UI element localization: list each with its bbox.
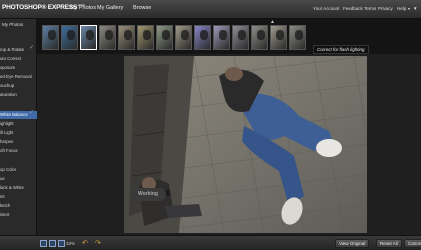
thumbnail-figure <box>295 30 303 40</box>
thumbnail-figure <box>200 30 208 40</box>
nav-my-gallery[interactable]: My Gallery <box>97 5 123 11</box>
cancel-button[interactable]: Cancel <box>404 239 421 248</box>
sidebar-tool-item[interactable]: ouchup <box>0 82 37 90</box>
filter-thumbnail[interactable] <box>213 25 230 50</box>
thumbnail-figure <box>181 30 189 40</box>
help-label: Help <box>397 6 407 11</box>
thumbnail-figure <box>238 30 246 40</box>
zoom-level: 33% <box>66 241 76 246</box>
working-indicator: Working <box>130 188 166 201</box>
sidebar-tool-label: ketch <box>0 203 11 208</box>
sidebar-tool-item[interactable]: ighlight <box>0 120 37 128</box>
nav-browse[interactable]: Browse <box>133 5 151 11</box>
sidebar-tool-item[interactable]: ed-Eye Removal <box>0 73 37 81</box>
reset-all-button[interactable]: Reset All <box>376 239 402 248</box>
sidebar-tool-item[interactable]: uto Correct <box>0 55 37 63</box>
tools-sidebar: My Photos rop & Rotate ✓ uto Correct xposur… <box>0 19 37 235</box>
checkmark-icon: ✓ <box>28 110 34 116</box>
thumbnail-figure <box>86 30 94 40</box>
thumbnail-figure <box>276 30 284 40</box>
sidebar-tool-label: ouchup <box>0 83 15 88</box>
thumbnail-figure <box>143 30 151 40</box>
photo-image <box>124 56 367 233</box>
sidebar-tool-label: op Color <box>0 167 17 172</box>
filter-thumbnail[interactable] <box>61 25 78 50</box>
editing-canvas: Working <box>37 54 421 235</box>
logo-text: PHOTOSHOP® EXPRESS <box>2 4 78 11</box>
terms-link[interactable]: Terms <box>364 6 376 11</box>
filter-thumbnail[interactable] <box>270 25 287 50</box>
filter-thumbnail[interactable] <box>99 25 116 50</box>
view-original-button[interactable]: View Original <box>335 239 370 248</box>
undo-icon[interactable]: ↶ <box>82 239 88 247</box>
bottom-toolbar: 33% ↶ ↷ View Original Reset All Cancel <box>0 235 421 250</box>
sidebar-tool-item[interactable]: oft Focus <box>0 147 37 155</box>
help-menu[interactable]: Help▼ <box>397 6 411 11</box>
sidebar-tool-label: ighlight <box>0 121 14 126</box>
sidebar-tool-item[interactable]: lack & White <box>0 184 37 192</box>
filter-thumbnail[interactable] <box>251 25 268 50</box>
checkmark-icon: ✓ <box>28 45 34 51</box>
thumbnail-figure <box>67 30 75 40</box>
sidebar-tool-label: White Balance <box>0 112 28 117</box>
edited-photo[interactable] <box>124 56 367 233</box>
sidebar-tool-label: istort <box>0 212 10 217</box>
sidebar-tool-item[interactable]: ill Light <box>0 129 37 137</box>
thumbnail-figure <box>124 30 132 40</box>
thumbnail-figure <box>219 30 227 40</box>
sidebar-tool-label: oft Focus <box>0 148 18 153</box>
thumbnail-tooltip: Correct for flash lighting <box>313 45 369 54</box>
sidebar-tool-item[interactable]: aturation <box>0 91 37 99</box>
filter-thumbnail[interactable] <box>42 25 59 50</box>
actual-size-icon[interactable] <box>49 240 56 247</box>
filter-thumbnail[interactable] <box>118 25 135 50</box>
sidebar-tool-label: uto Correct <box>0 56 22 61</box>
sidebar-tool-label: aturation <box>0 92 17 97</box>
sidebar-tool-label: lack & White <box>0 185 24 190</box>
sidebar-tool-item[interactable]: ketch <box>0 202 37 210</box>
top-bar: PHOTOSHOP® EXPRESSBETA My Photos My Gall… <box>0 0 421 19</box>
privacy-link[interactable]: Privacy <box>378 6 393 11</box>
sidebar-tool-item[interactable]: int <box>0 193 37 201</box>
feedback-link[interactable]: Feedback <box>343 6 363 11</box>
filter-thumbnail[interactable] <box>156 25 173 50</box>
redo-icon[interactable]: ↷ <box>95 239 101 247</box>
sidebar-tool-item[interactable]: ue <box>0 175 37 183</box>
sidebar-my-photos-link[interactable]: My Photos <box>2 22 23 27</box>
thumbnail-figure <box>105 30 113 40</box>
thumbnail-figure <box>257 30 265 40</box>
filter-thumbnail[interactable] <box>80 25 97 50</box>
sidebar-tool-item[interactable]: xposure <box>0 64 37 72</box>
sidebar-tool-label: harpen <box>0 139 14 144</box>
sidebar-tool-label: rop & Rotate <box>0 47 25 52</box>
thumbnail-figure <box>48 30 56 40</box>
thumbnail-figure <box>162 30 170 40</box>
sidebar-tool-label: ill Light <box>0 130 14 135</box>
filter-thumbnail[interactable] <box>175 25 192 50</box>
sidebar-tool-label: ue <box>0 176 5 181</box>
filter-thumbnail[interactable] <box>137 25 154 50</box>
sidebar-tool-label: int <box>0 194 5 199</box>
sidebar-tool-label: xposure <box>0 65 16 70</box>
fit-view-icon[interactable] <box>40 240 47 247</box>
zoom-icon[interactable] <box>58 240 65 247</box>
chevron-down-icon: ▼ <box>407 7 411 11</box>
sidebar-tool-item[interactable]: harpen <box>0 138 37 146</box>
filter-thumbnail[interactable] <box>232 25 249 50</box>
filter-thumbnail[interactable] <box>289 25 306 50</box>
sidebar-tool-label: ed-Eye Removal <box>0 74 32 79</box>
sidebar-tool-item[interactable]: istort <box>0 211 37 219</box>
nav-my-photos[interactable]: My Photos <box>70 5 96 11</box>
sidebar-tool-item[interactable]: op Color <box>0 166 37 174</box>
filter-thumbnail[interactable] <box>194 25 211 50</box>
your-account-link[interactable]: Your Account <box>313 6 339 11</box>
chevron-down-icon[interactable]: ▼ <box>413 6 417 11</box>
